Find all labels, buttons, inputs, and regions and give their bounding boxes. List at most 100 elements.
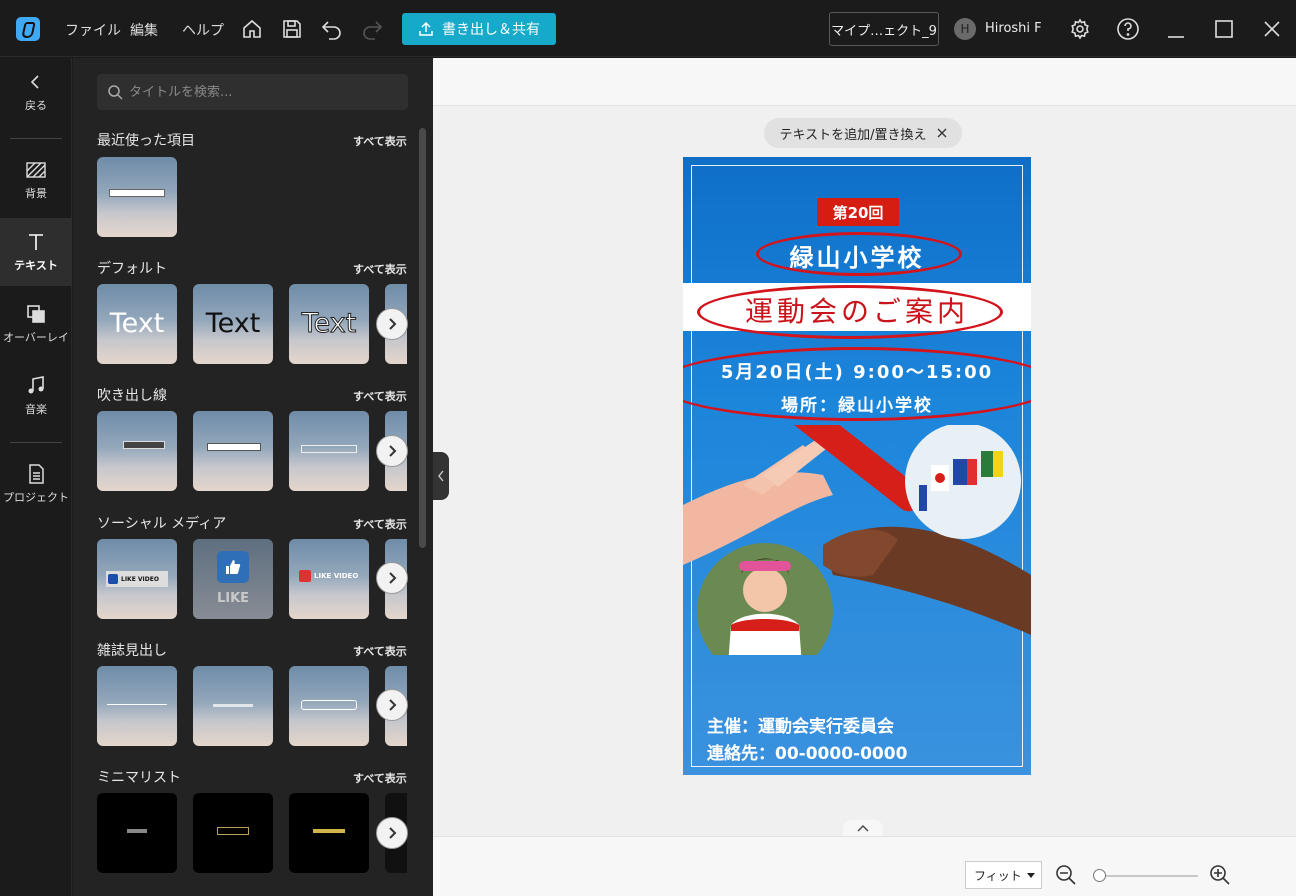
show-all-default[interactable]: すべて表示 (353, 261, 407, 277)
menu-file[interactable]: ファイル (65, 20, 121, 40)
thumb-callout-box (123, 441, 165, 449)
chevron-right-icon (389, 827, 397, 839)
template-thumb[interactable] (289, 793, 369, 873)
contact-text[interactable]: 連絡先：00-0000-0000 (707, 739, 907, 764)
stage-top-bar (433, 58, 1296, 106)
template-thumb[interactable] (193, 411, 273, 491)
thumb-callout-box (207, 443, 261, 451)
template-thumb[interactable]: Text (289, 284, 369, 364)
search-input[interactable] (129, 84, 399, 100)
gear-icon[interactable] (1068, 17, 1092, 41)
flyer-poster[interactable]: 第20回 緑山小学校 運動会のご案内 5月20日(土) 9:00～15:00 場… (683, 157, 1031, 775)
thumb-text: Text (205, 308, 261, 339)
template-thumb[interactable] (97, 157, 177, 237)
zoom-in-icon[interactable] (1209, 864, 1231, 886)
template-thumb[interactable] (97, 666, 177, 746)
panel-scrollbar[interactable] (419, 128, 426, 548)
thumb-rule (127, 829, 147, 833)
undo-icon[interactable] (320, 17, 344, 41)
project-name-button[interactable]: マイプ…ェクト_9 (829, 12, 939, 46)
template-thumb[interactable] (193, 793, 273, 873)
text-hint-pill[interactable]: テキストを追加/置き換え (764, 118, 962, 148)
zoom-out-icon[interactable] (1055, 864, 1077, 886)
badge-text: LIKE (216, 591, 250, 606)
template-thumb[interactable] (289, 411, 369, 491)
template-thumb[interactable]: LIKE VIDEO (97, 539, 177, 619)
hint-text: テキストを追加/置き換え (779, 127, 927, 143)
template-thumb[interactable] (289, 666, 369, 746)
save-icon[interactable] (280, 17, 304, 41)
nav-item-text[interactable]: テキスト (0, 218, 72, 286)
show-all-recent[interactable]: すべて表示 (353, 133, 407, 149)
nav-label-project: プロジェクト (3, 491, 69, 504)
zoom-fit-select[interactable]: フィット (965, 861, 1042, 889)
expand-timeline-button[interactable] (843, 820, 883, 836)
background-icon (26, 162, 46, 178)
export-share-button[interactable]: 書き出し＆共有 (402, 13, 556, 45)
scroll-right-button[interactable] (376, 435, 408, 467)
section-title-default: デフォルト (97, 261, 167, 277)
nav-item-project[interactable]: プロジェクト (0, 450, 72, 518)
zoom-slider-handle[interactable] (1093, 869, 1106, 882)
show-all-social[interactable]: すべて表示 (353, 516, 407, 532)
project-icon (29, 464, 44, 484)
badge-text: LIKE VIDEO (314, 572, 359, 580)
back-button[interactable]: 戻る (0, 58, 72, 126)
user-name[interactable]: Hiroshi F (985, 21, 1042, 36)
show-all-magazine[interactable]: すべて表示 (353, 643, 407, 659)
menu-help[interactable]: ヘルプ (182, 20, 224, 40)
text-icon (29, 234, 43, 250)
template-thumb[interactable] (193, 666, 273, 746)
annotation-ellipse (697, 285, 1003, 339)
like-video-badge: LIKE VIDEO (106, 571, 168, 587)
thumbs-up-icon (108, 574, 118, 584)
nav-divider (10, 442, 62, 443)
organizer-text[interactable]: 主催：運動会実行委員会 (707, 712, 894, 737)
thumb-text: Text (109, 308, 165, 339)
nav-label-text: テキスト (14, 259, 58, 272)
zoom-slider-track[interactable] (1094, 875, 1198, 877)
chevron-right-icon (389, 572, 397, 584)
scroll-right-button[interactable] (376, 562, 408, 594)
scroll-right-button[interactable] (376, 689, 408, 721)
menu-edit[interactable]: 編集 (130, 20, 158, 40)
nav-item-overlay[interactable]: オーバーレイ (0, 290, 72, 358)
template-thumb[interactable]: LIKE VIDEO (289, 539, 369, 619)
chevron-right-icon (389, 445, 397, 457)
nav-item-music[interactable]: 音楽 (0, 362, 72, 430)
show-all-minimalist[interactable]: すべて表示 (353, 770, 407, 786)
thumb-rule (217, 827, 249, 835)
template-thumb[interactable] (97, 411, 177, 491)
overlay-icon (27, 305, 45, 323)
template-thumb[interactable]: Text (193, 284, 273, 364)
nav-label-background: 背景 (25, 187, 47, 200)
avatar[interactable]: H (954, 18, 976, 40)
collapse-panel-button[interactable] (433, 452, 449, 500)
close-icon[interactable] (937, 128, 947, 138)
section-title-magazine: 雑誌見出し (97, 643, 167, 659)
close-icon[interactable] (1260, 17, 1284, 41)
chevron-left-icon (438, 470, 444, 482)
like-video-badge: LIKE VIDEO (299, 569, 359, 583)
thumb-rule (313, 829, 345, 833)
template-thumb[interactable] (97, 793, 177, 873)
section-title-recent: 最近使った項目 (97, 133, 195, 149)
export-share-label: 書き出し＆共有 (442, 22, 540, 38)
search-box[interactable] (97, 74, 408, 110)
minimize-icon[interactable] (1164, 17, 1188, 41)
nav-item-background[interactable]: 背景 (0, 146, 72, 214)
scroll-right-button[interactable] (376, 817, 408, 849)
redo-icon[interactable] (360, 17, 384, 41)
help-icon[interactable] (1116, 17, 1140, 41)
template-thumb[interactable]: Text (97, 284, 177, 364)
maximize-icon[interactable] (1212, 17, 1236, 41)
edition-badge[interactable]: 第20回 (817, 198, 899, 226)
thumb-rule (107, 704, 167, 705)
home-icon[interactable] (240, 17, 264, 41)
relay-photo (683, 425, 1031, 655)
scroll-right-button[interactable] (376, 308, 408, 340)
left-nav: 戻る 背景 テキスト オーバーレイ 音楽 プロジェクト (0, 58, 72, 896)
show-all-callout[interactable]: すべて表示 (353, 388, 407, 404)
template-thumb[interactable]: LIKE (193, 539, 273, 619)
annotation-ellipse (683, 347, 1031, 421)
